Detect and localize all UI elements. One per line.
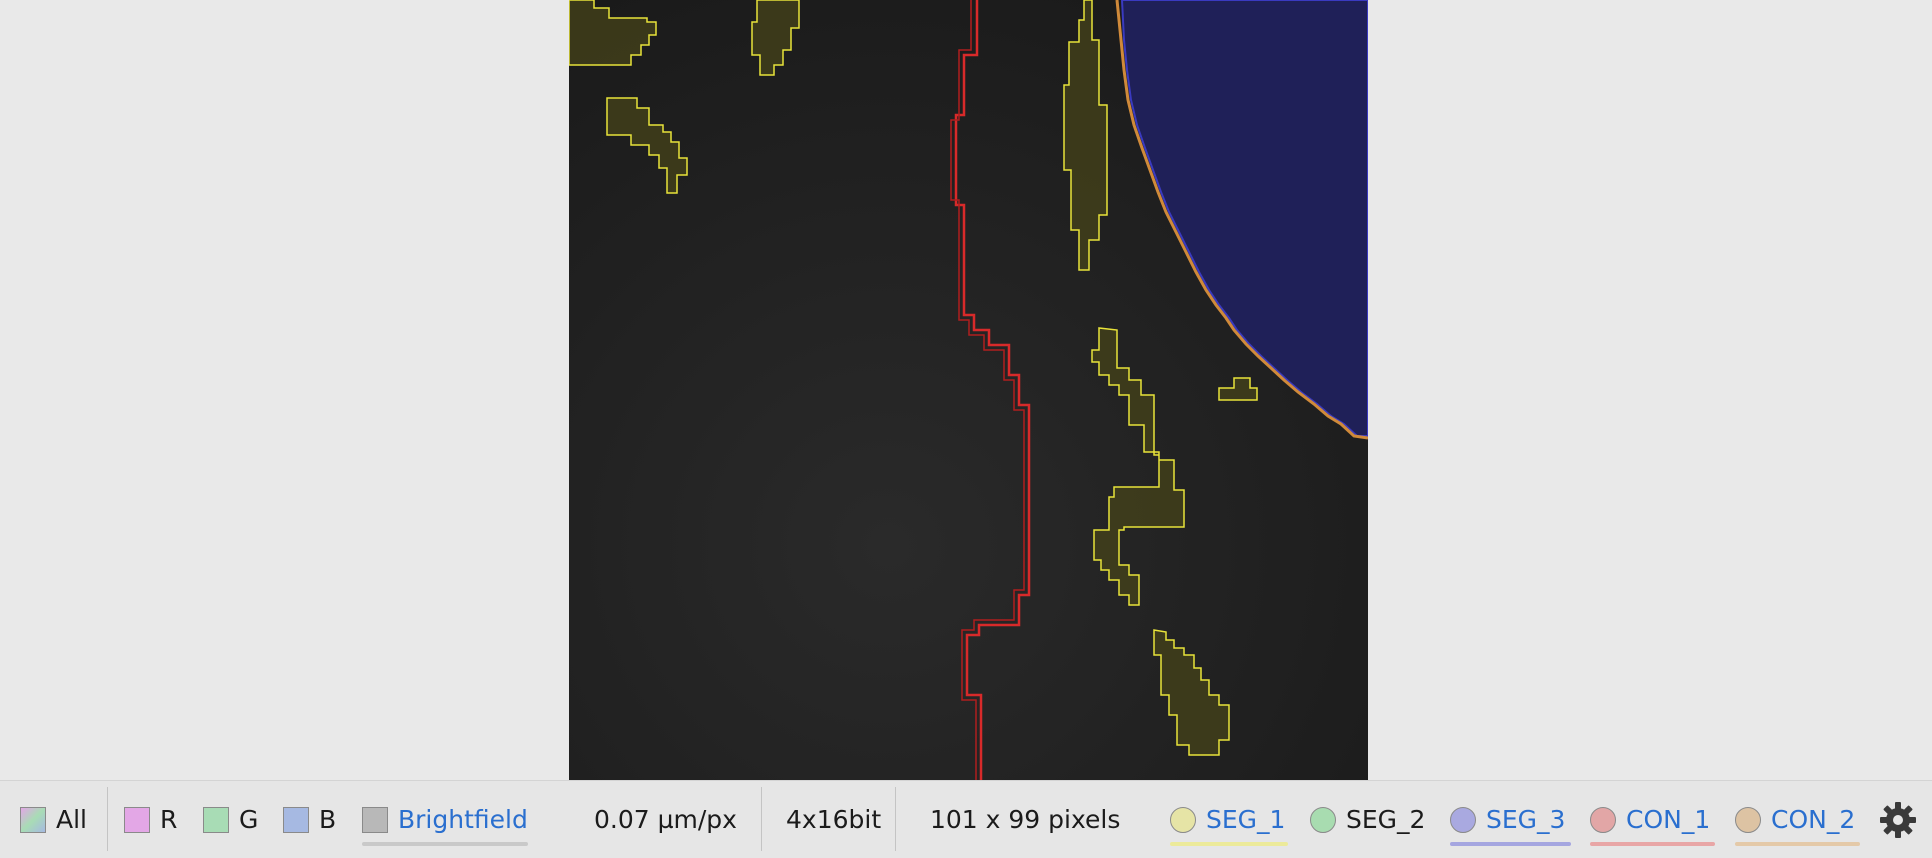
channel-all-swatch — [20, 806, 46, 833]
channel-g-swatch — [203, 806, 229, 833]
gear-icon[interactable] — [1878, 800, 1918, 840]
channel-toggle-brightfield[interactable]: Brightfield — [362, 781, 528, 858]
channel-brightfield-label: Brightfield — [398, 805, 528, 834]
brightfield-underline — [362, 842, 528, 846]
seg2-label: SEG_2 — [1346, 805, 1426, 834]
channel-r-swatch — [124, 806, 150, 833]
pixel-scale: 0.07 µm/px — [594, 781, 737, 858]
seg3-label: SEG_3 — [1486, 805, 1566, 834]
bit-depth: 4x16bit — [786, 781, 881, 858]
seg1-label: SEG_1 — [1206, 805, 1286, 834]
bottom-toolbar: All R G B Brightfield 0.07 µm/px 4x16bit… — [0, 780, 1932, 858]
pixel-scale-text: 0.07 µm/px — [594, 805, 737, 834]
con1-underline — [1590, 842, 1715, 846]
channel-toggle-b[interactable]: B — [283, 781, 336, 858]
con2-label: CON_2 — [1771, 805, 1856, 834]
bit-depth-text: 4x16bit — [786, 805, 882, 834]
image-viewer[interactable] — [0, 0, 1932, 780]
channel-b-swatch — [283, 806, 309, 833]
con2-underline — [1735, 842, 1860, 846]
channel-g-label: G — [239, 805, 259, 834]
toolbar-divider — [895, 787, 896, 851]
seg1-underline — [1170, 842, 1288, 846]
seg1-circle — [1170, 806, 1196, 833]
overlay-toggle-seg1[interactable]: SEG_1 — [1170, 781, 1285, 858]
seg3-underline — [1450, 842, 1571, 846]
channel-toggle-r[interactable]: R — [124, 781, 177, 858]
channel-toggle-all[interactable]: All — [20, 781, 87, 858]
seg2-circle — [1310, 806, 1336, 833]
con1-label: CON_1 — [1626, 805, 1711, 834]
image-canvas[interactable] — [569, 0, 1368, 780]
channel-toggle-g[interactable]: G — [203, 781, 258, 858]
channel-all-label: All — [56, 805, 87, 834]
seg3-circle — [1450, 806, 1476, 833]
overlay-toggle-con1[interactable]: CON_1 — [1590, 781, 1710, 858]
image-dimensions: 101 x 99 pixels — [930, 781, 1120, 858]
overlay-toggle-con2[interactable]: CON_2 — [1735, 781, 1855, 858]
con1-circle — [1590, 806, 1616, 833]
toolbar-divider — [761, 787, 762, 851]
con2-circle — [1735, 806, 1761, 833]
image-dimensions-text: 101 x 99 pixels — [930, 805, 1121, 834]
channel-brightfield-swatch — [362, 806, 388, 833]
channel-r-label: R — [160, 805, 178, 834]
overlay-toggle-seg3[interactable]: SEG_3 — [1450, 781, 1565, 858]
toolbar-divider — [107, 787, 108, 851]
overlay-toggle-seg2[interactable]: SEG_2 — [1310, 781, 1425, 858]
channel-b-label: B — [319, 805, 337, 834]
